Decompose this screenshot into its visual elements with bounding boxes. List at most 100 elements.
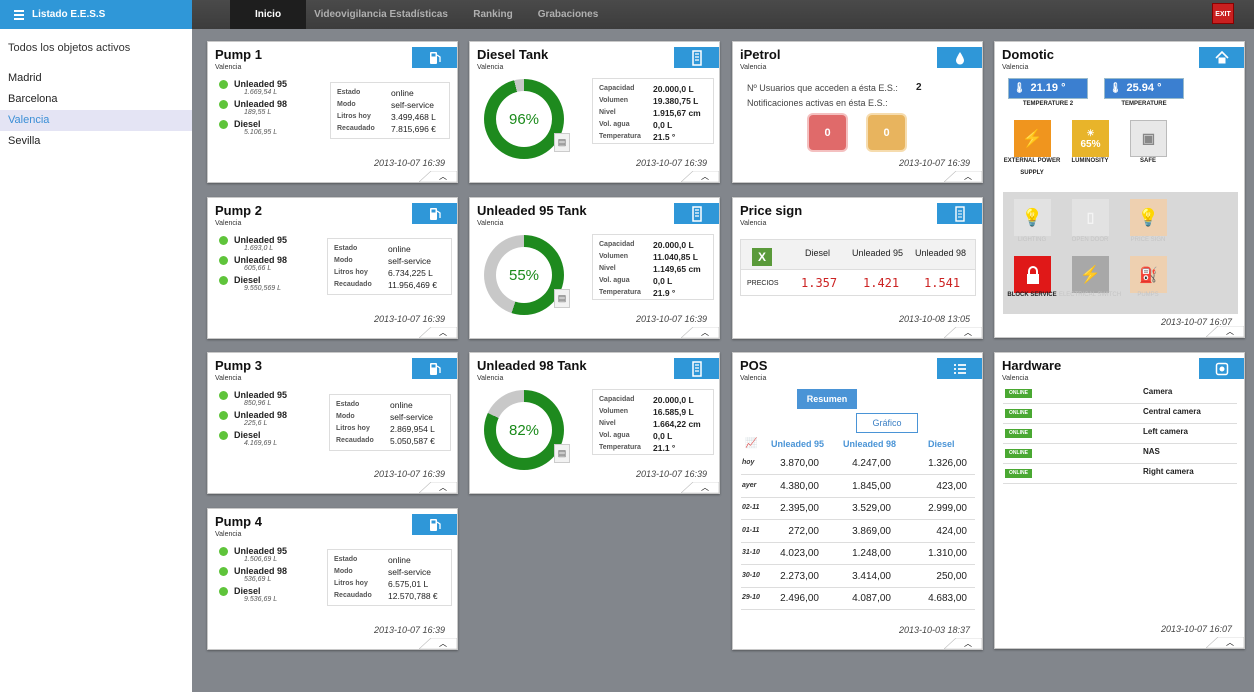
tank-level-icon[interactable] [674,47,719,68]
pump-card-4: Pump 4 Valencia Unleaded 95 1.506,69 L Un… [207,508,458,650]
document-icon[interactable]: ▤ [554,444,570,463]
pos-date: hoy [742,459,755,466]
drop-icon[interactable] [937,47,982,68]
sidebar-item-barcelona[interactable]: Barcelona [0,89,192,110]
collapse-icon[interactable]: ︿ [439,173,447,181]
collapse-icon[interactable]: ︿ [439,329,447,337]
fuel-liters: 1.693,0 L [244,245,274,252]
pos-u95-value: 3.870,00 [780,458,819,469]
power-supply-icon[interactable]: ⚡ [1014,120,1051,157]
collapse-icon[interactable]: ︿ [1226,328,1234,336]
tank-donut-chart: 96% [484,79,564,159]
temperature-display[interactable]: 🌡 25.94 ° [1104,78,1184,99]
resumen-button[interactable]: Resumen [797,389,857,409]
tab-ranking[interactable]: Ranking [464,0,522,29]
fuel-name: Unleaded 98 [234,255,288,265]
hardware-row[interactable]: ONLINE Camera [1003,384,1237,404]
ipetrol-card: iPetrol Valencia Nº Usuarios que acceden… [732,41,983,183]
status-dot-icon [219,567,228,576]
orange-notifications-button[interactable]: 0 [868,115,905,150]
value-nivel: 1.664,22 cm [653,419,701,429]
electrical-switch-icon[interactable]: ⚡ [1072,256,1109,293]
corner-fold [944,171,982,182]
collapse-icon[interactable]: ︿ [964,173,972,181]
red-notifications-button[interactable]: 0 [809,115,846,150]
temperature-2-display[interactable]: 🌡 21.19 ° [1008,78,1088,99]
sidebar-all-objects[interactable]: Todos los objetos activos [0,29,192,68]
fuel-pump-icon[interactable] [412,47,457,68]
fuel-pump-icon[interactable] [412,514,457,535]
document-icon[interactable]: ▤ [554,133,570,152]
sidebar-title: Listado E.E.S.S [32,9,106,20]
fuel-pump-icon[interactable] [412,203,457,224]
document-icon[interactable]: ▤ [554,289,570,308]
sidebar-item-valencia[interactable]: Valencia [0,110,192,131]
pos-date: 31-10 [742,549,760,556]
value-vol-agua: 0,0 L [653,120,673,130]
hardware-row[interactable]: ONLINE NAS [1003,444,1237,464]
temperature-2-value: 21.19 ° [1030,82,1066,94]
collapse-icon[interactable]: ︿ [439,484,447,492]
collapse-icon[interactable]: ︿ [1226,639,1234,647]
collapse-icon[interactable]: ︿ [964,329,972,337]
fuel-item: Unleaded 98 189,55 L [219,99,287,119]
value-volumen: 16.585,9 L [653,407,694,417]
pos-diesel-value: 2.999,00 [928,503,967,514]
fuel-name: Diesel [234,430,261,440]
card-timestamp: 2013-10-07 16:39 [635,469,707,479]
list-icon[interactable] [937,358,982,379]
pos-u95-value: 272,00 [788,525,819,537]
price-sign-icon[interactable] [937,203,982,224]
label-modo: Modo [334,568,353,575]
collapse-icon[interactable]: ︿ [701,484,709,492]
hardware-row[interactable]: ONLINE Left camera [1003,424,1237,444]
collapse-icon[interactable]: ︿ [964,640,972,648]
value-estado: online [388,244,411,254]
tab-grabaciones[interactable]: Grabaciones [532,0,604,29]
fuel-name: Unleaded 95 [234,546,288,556]
safe-icon[interactable]: ▣ [1130,120,1167,157]
pos-u95-value: 2.496,00 [780,593,819,604]
fuel-liters: 605,66 L [244,265,272,272]
tab-videovigilancia[interactable]: Videovigilancia Estadísticas [306,0,456,29]
excel-icon[interactable]: X [752,248,772,266]
open-door-icon[interactable]: ▯ [1072,199,1109,236]
status-badge: ONLINE [1005,429,1032,438]
sidebar-item-madrid[interactable]: Madrid [0,68,192,89]
card-title: Pump 4 [215,514,262,529]
pos-date: ayer [742,481,757,489]
status-dot-icon [219,547,228,556]
lock-icon[interactable] [1014,256,1051,293]
status-dot-icon [219,587,228,596]
tank-level-icon[interactable] [674,203,719,224]
tank-level-icon[interactable] [674,358,719,379]
home-icon[interactable] [1199,47,1244,68]
luminosity-icon[interactable]: ☀ 65% [1072,120,1109,157]
collapse-icon[interactable]: ︿ [701,173,709,181]
card-title: Price sign [740,203,803,218]
card-location: Valencia [740,375,767,382]
label-estado: Estado [336,401,360,408]
card-title: iPetrol [740,47,781,62]
sidebar-item-sevilla[interactable]: Sevilla [0,131,192,152]
value-modo: self-service [391,100,434,110]
pos-u98-value: 1.248,00 [852,548,891,559]
hardware-icon[interactable] [1199,358,1244,379]
sidebar-header[interactable]: Listado E.E.S.S [0,0,192,29]
pumps-icon[interactable]: ⛽ [1130,256,1167,293]
pump-info-box: Estado online Modo self-service Litros hoy… [330,82,450,139]
price-sign-toggle-icon[interactable]: 💡 [1130,199,1167,236]
pos-diesel-value: 424,00 [936,525,967,537]
collapse-icon[interactable]: ︿ [701,329,709,337]
grafico-button[interactable]: Gráfico [856,413,918,433]
exit-button[interactable]: EXIT [1212,3,1234,24]
lighting-icon[interactable]: 💡 [1014,199,1051,236]
fuel-pump-icon[interactable] [412,358,457,379]
hardware-row[interactable]: ONLINE Central camera [1003,404,1237,424]
hardware-row[interactable]: ONLINE Right camera [1003,464,1237,484]
pos-diesel-value: 250,00 [936,570,967,582]
fuel-name: Unleaded 98 [234,99,288,109]
pos-table-row: 30-10 2.273,00 3.414,00 250,00 [741,566,975,588]
collapse-icon[interactable]: ︿ [439,640,447,648]
tab-inicio[interactable]: Inicio [230,0,306,29]
